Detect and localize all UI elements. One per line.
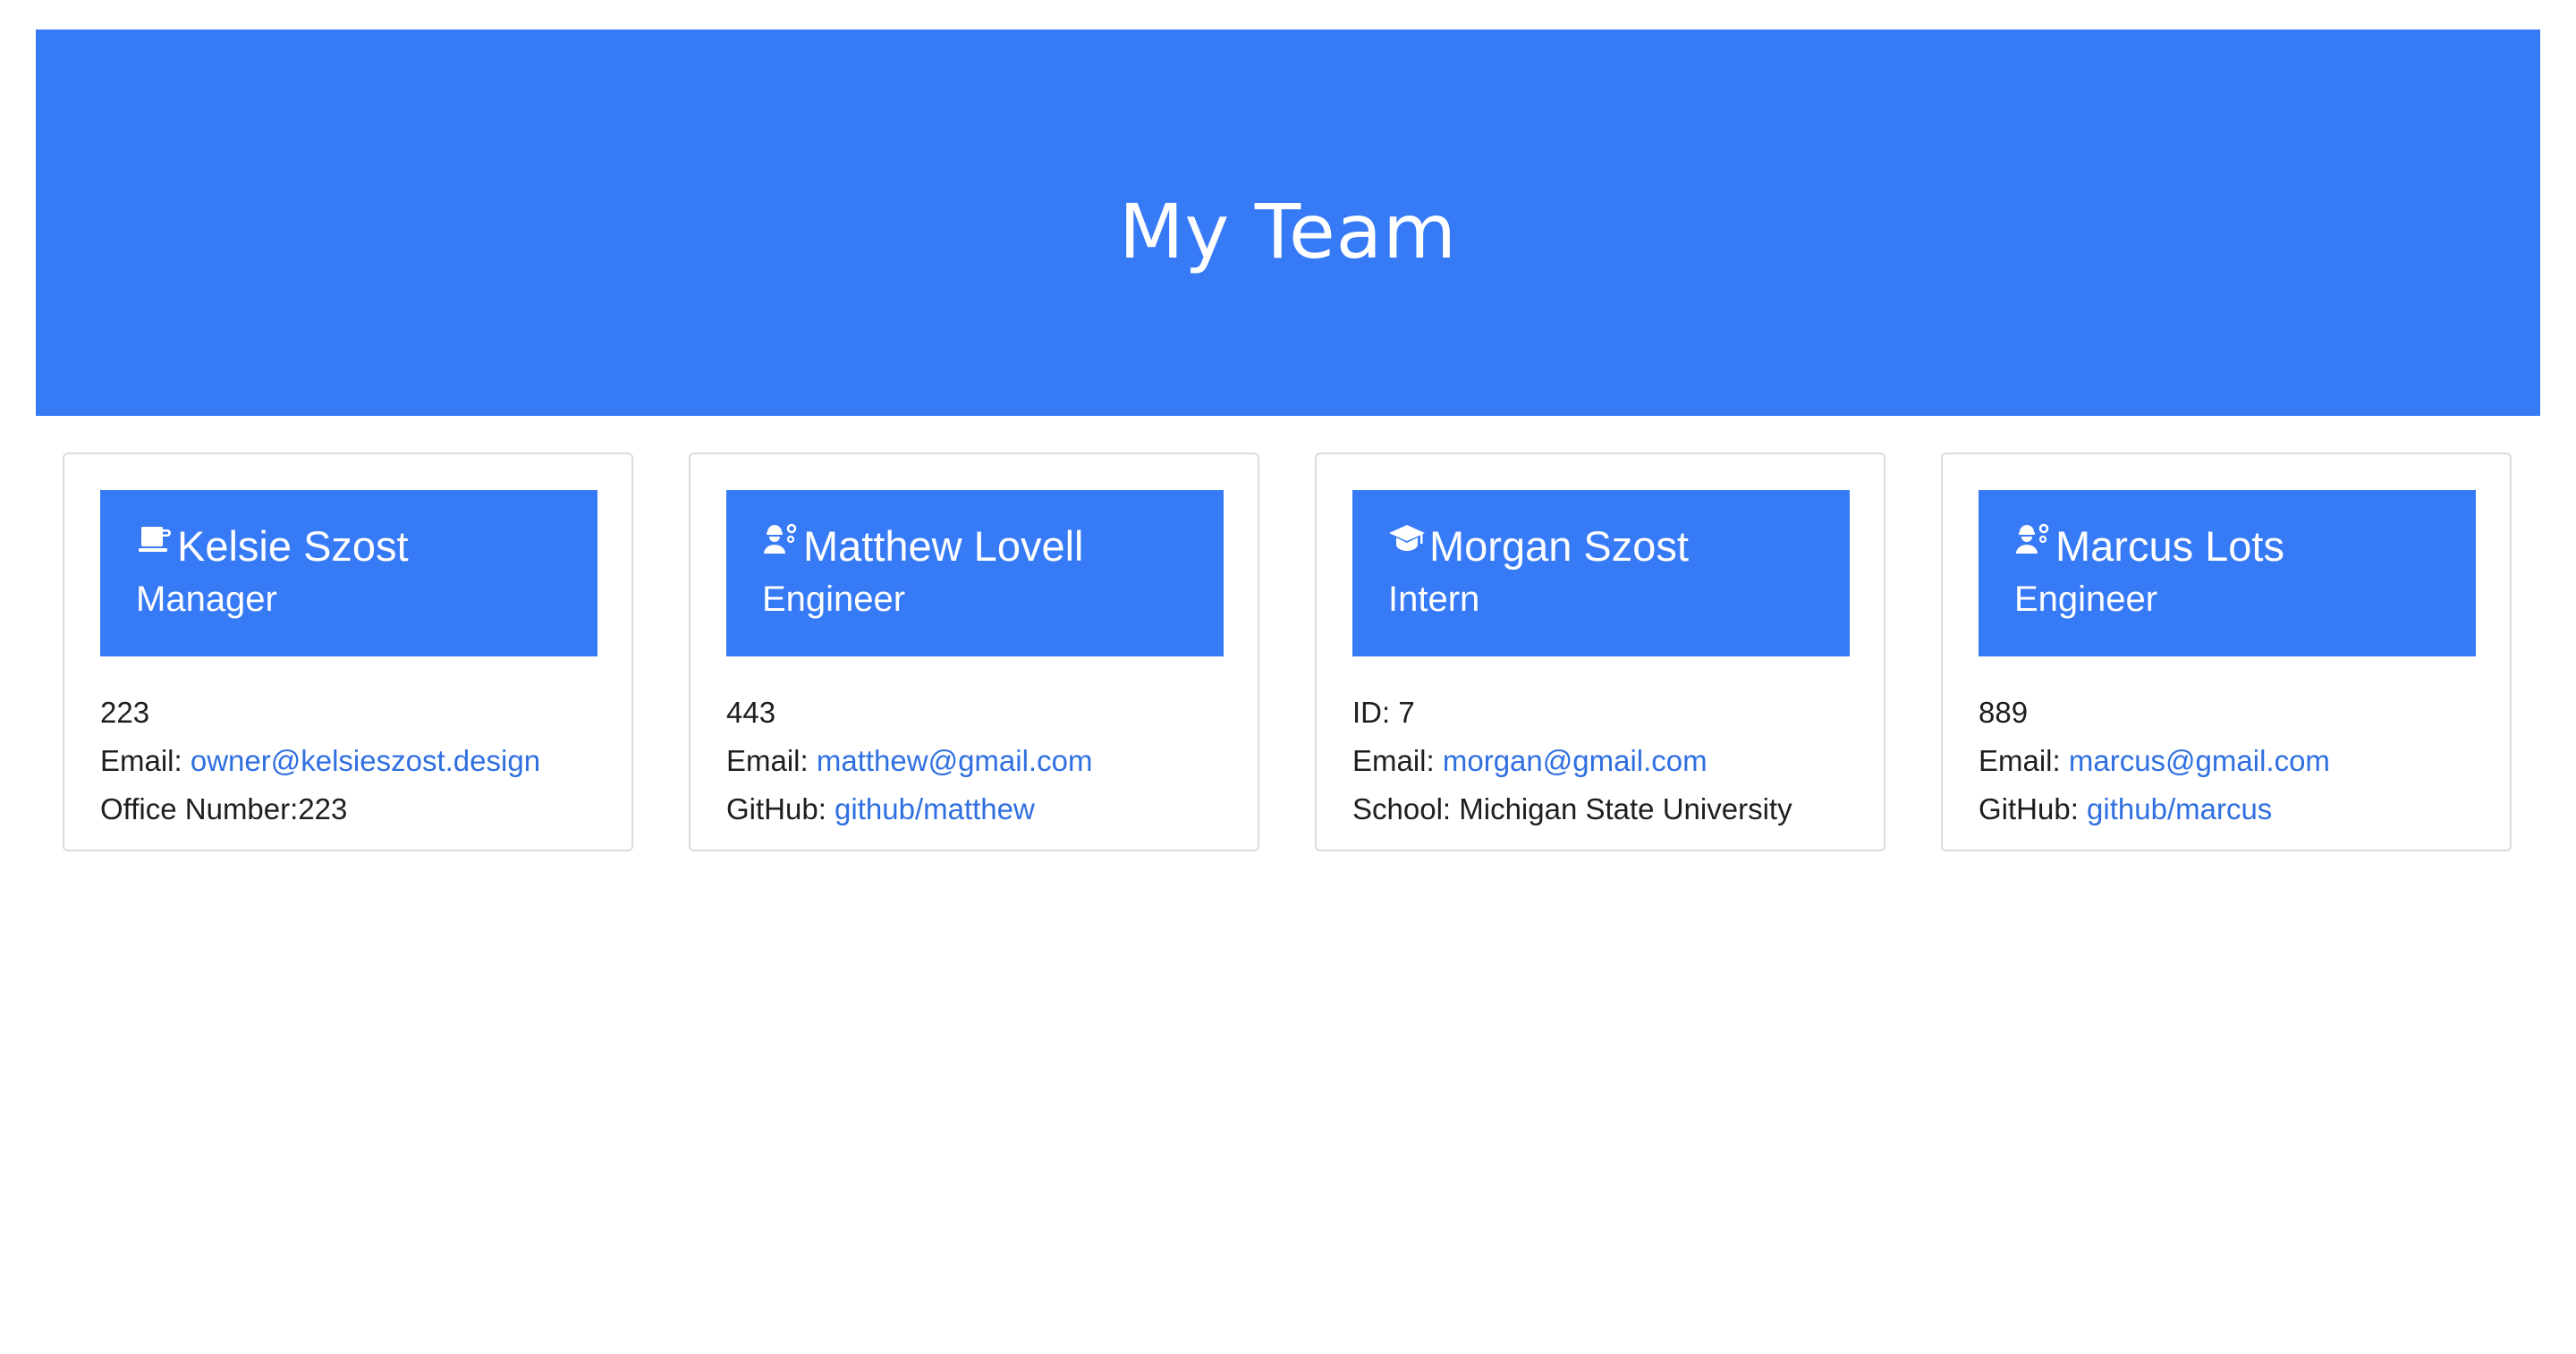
card-body: 443 Email: matthew@gmail.com GitHub: git… xyxy=(726,689,1092,834)
office-number-row: Office Number:223 xyxy=(100,785,540,834)
email-label: Email: xyxy=(726,744,809,777)
card-body: ID: 7 Email: morgan@gmail.com School: Mi… xyxy=(1352,689,1792,834)
employee-card-manager: Kelsie Szost Manager 223 Email: owner@ke… xyxy=(63,453,633,851)
email-label: Email: xyxy=(100,744,182,777)
email-link[interactable]: owner@kelsieszost.design xyxy=(191,744,540,777)
card-body: 889 Email: marcus@gmail.com GitHub: gith… xyxy=(1979,689,2330,834)
employee-name: Matthew Lovell xyxy=(803,521,1084,570)
employee-card-intern: Morgan Szost Intern ID: 7 Email: morgan@… xyxy=(1315,453,1885,851)
office-number-value: 223 xyxy=(298,792,348,825)
github-label: GitHub: xyxy=(1979,792,2079,825)
employee-name: Marcus Lots xyxy=(2055,521,2284,570)
employee-name: Morgan Szost xyxy=(1429,521,1689,570)
employee-id: ID: 7 xyxy=(1352,696,1415,729)
employee-card-engineer: Marcus Lots Engineer 889 Email: marcus@g… xyxy=(1941,453,2512,851)
team-cards: Kelsie Szost Manager 223 Email: owner@ke… xyxy=(0,0,2576,1354)
github-row: GitHub: github/marcus xyxy=(1979,785,2330,834)
github-row: GitHub: github/matthew xyxy=(726,785,1092,834)
school-row: School: Michigan State University xyxy=(1352,785,1792,834)
employee-name: Kelsie Szost xyxy=(177,521,409,570)
employee-role: Manager xyxy=(136,580,277,619)
github-label: GitHub: xyxy=(726,792,826,825)
email-row: Email: matthew@gmail.com xyxy=(726,737,1092,785)
employee-id: 889 xyxy=(1979,696,2029,729)
github-link[interactable]: github/marcus xyxy=(2087,792,2272,825)
employee-id: 223 xyxy=(100,696,150,729)
email-row: Email: marcus@gmail.com xyxy=(1979,737,2330,785)
card-body: 223 Email: owner@kelsieszost.design Offi… xyxy=(100,689,540,834)
employee-role: Engineer xyxy=(762,580,906,619)
card-header: Matthew Lovell Engineer xyxy=(726,490,1224,656)
email-label: Email: xyxy=(1352,744,1435,777)
office-number-label: Office Number: xyxy=(100,792,299,825)
card-header: Kelsie Szost Manager xyxy=(100,490,597,656)
employee-id: 443 xyxy=(726,696,776,729)
employee-card-engineer: Matthew Lovell Engineer 443 Email: matth… xyxy=(689,453,1259,851)
employee-role: Intern xyxy=(1388,580,1480,619)
email-row: Email: morgan@gmail.com xyxy=(1352,737,1792,785)
employee-role: Engineer xyxy=(2014,580,2158,619)
email-link[interactable]: marcus@gmail.com xyxy=(2069,744,2330,777)
school-value: Michigan State University xyxy=(1459,792,1792,825)
email-label: Email: xyxy=(1979,744,2061,777)
email-link[interactable]: matthew@gmail.com xyxy=(817,744,1093,777)
email-link[interactable]: morgan@gmail.com xyxy=(1443,744,1707,777)
github-link[interactable]: github/matthew xyxy=(835,792,1035,825)
graduation-cap-icon xyxy=(1388,524,1429,567)
mug-icon xyxy=(136,525,177,567)
card-header: Marcus Lots Engineer xyxy=(1979,490,2476,656)
email-row: Email: owner@kelsieszost.design xyxy=(100,737,540,785)
engineer-icon xyxy=(2014,523,2055,567)
engineer-icon xyxy=(762,523,803,567)
card-header: Morgan Szost Intern xyxy=(1352,490,1850,656)
school-label: School: xyxy=(1352,792,1452,825)
